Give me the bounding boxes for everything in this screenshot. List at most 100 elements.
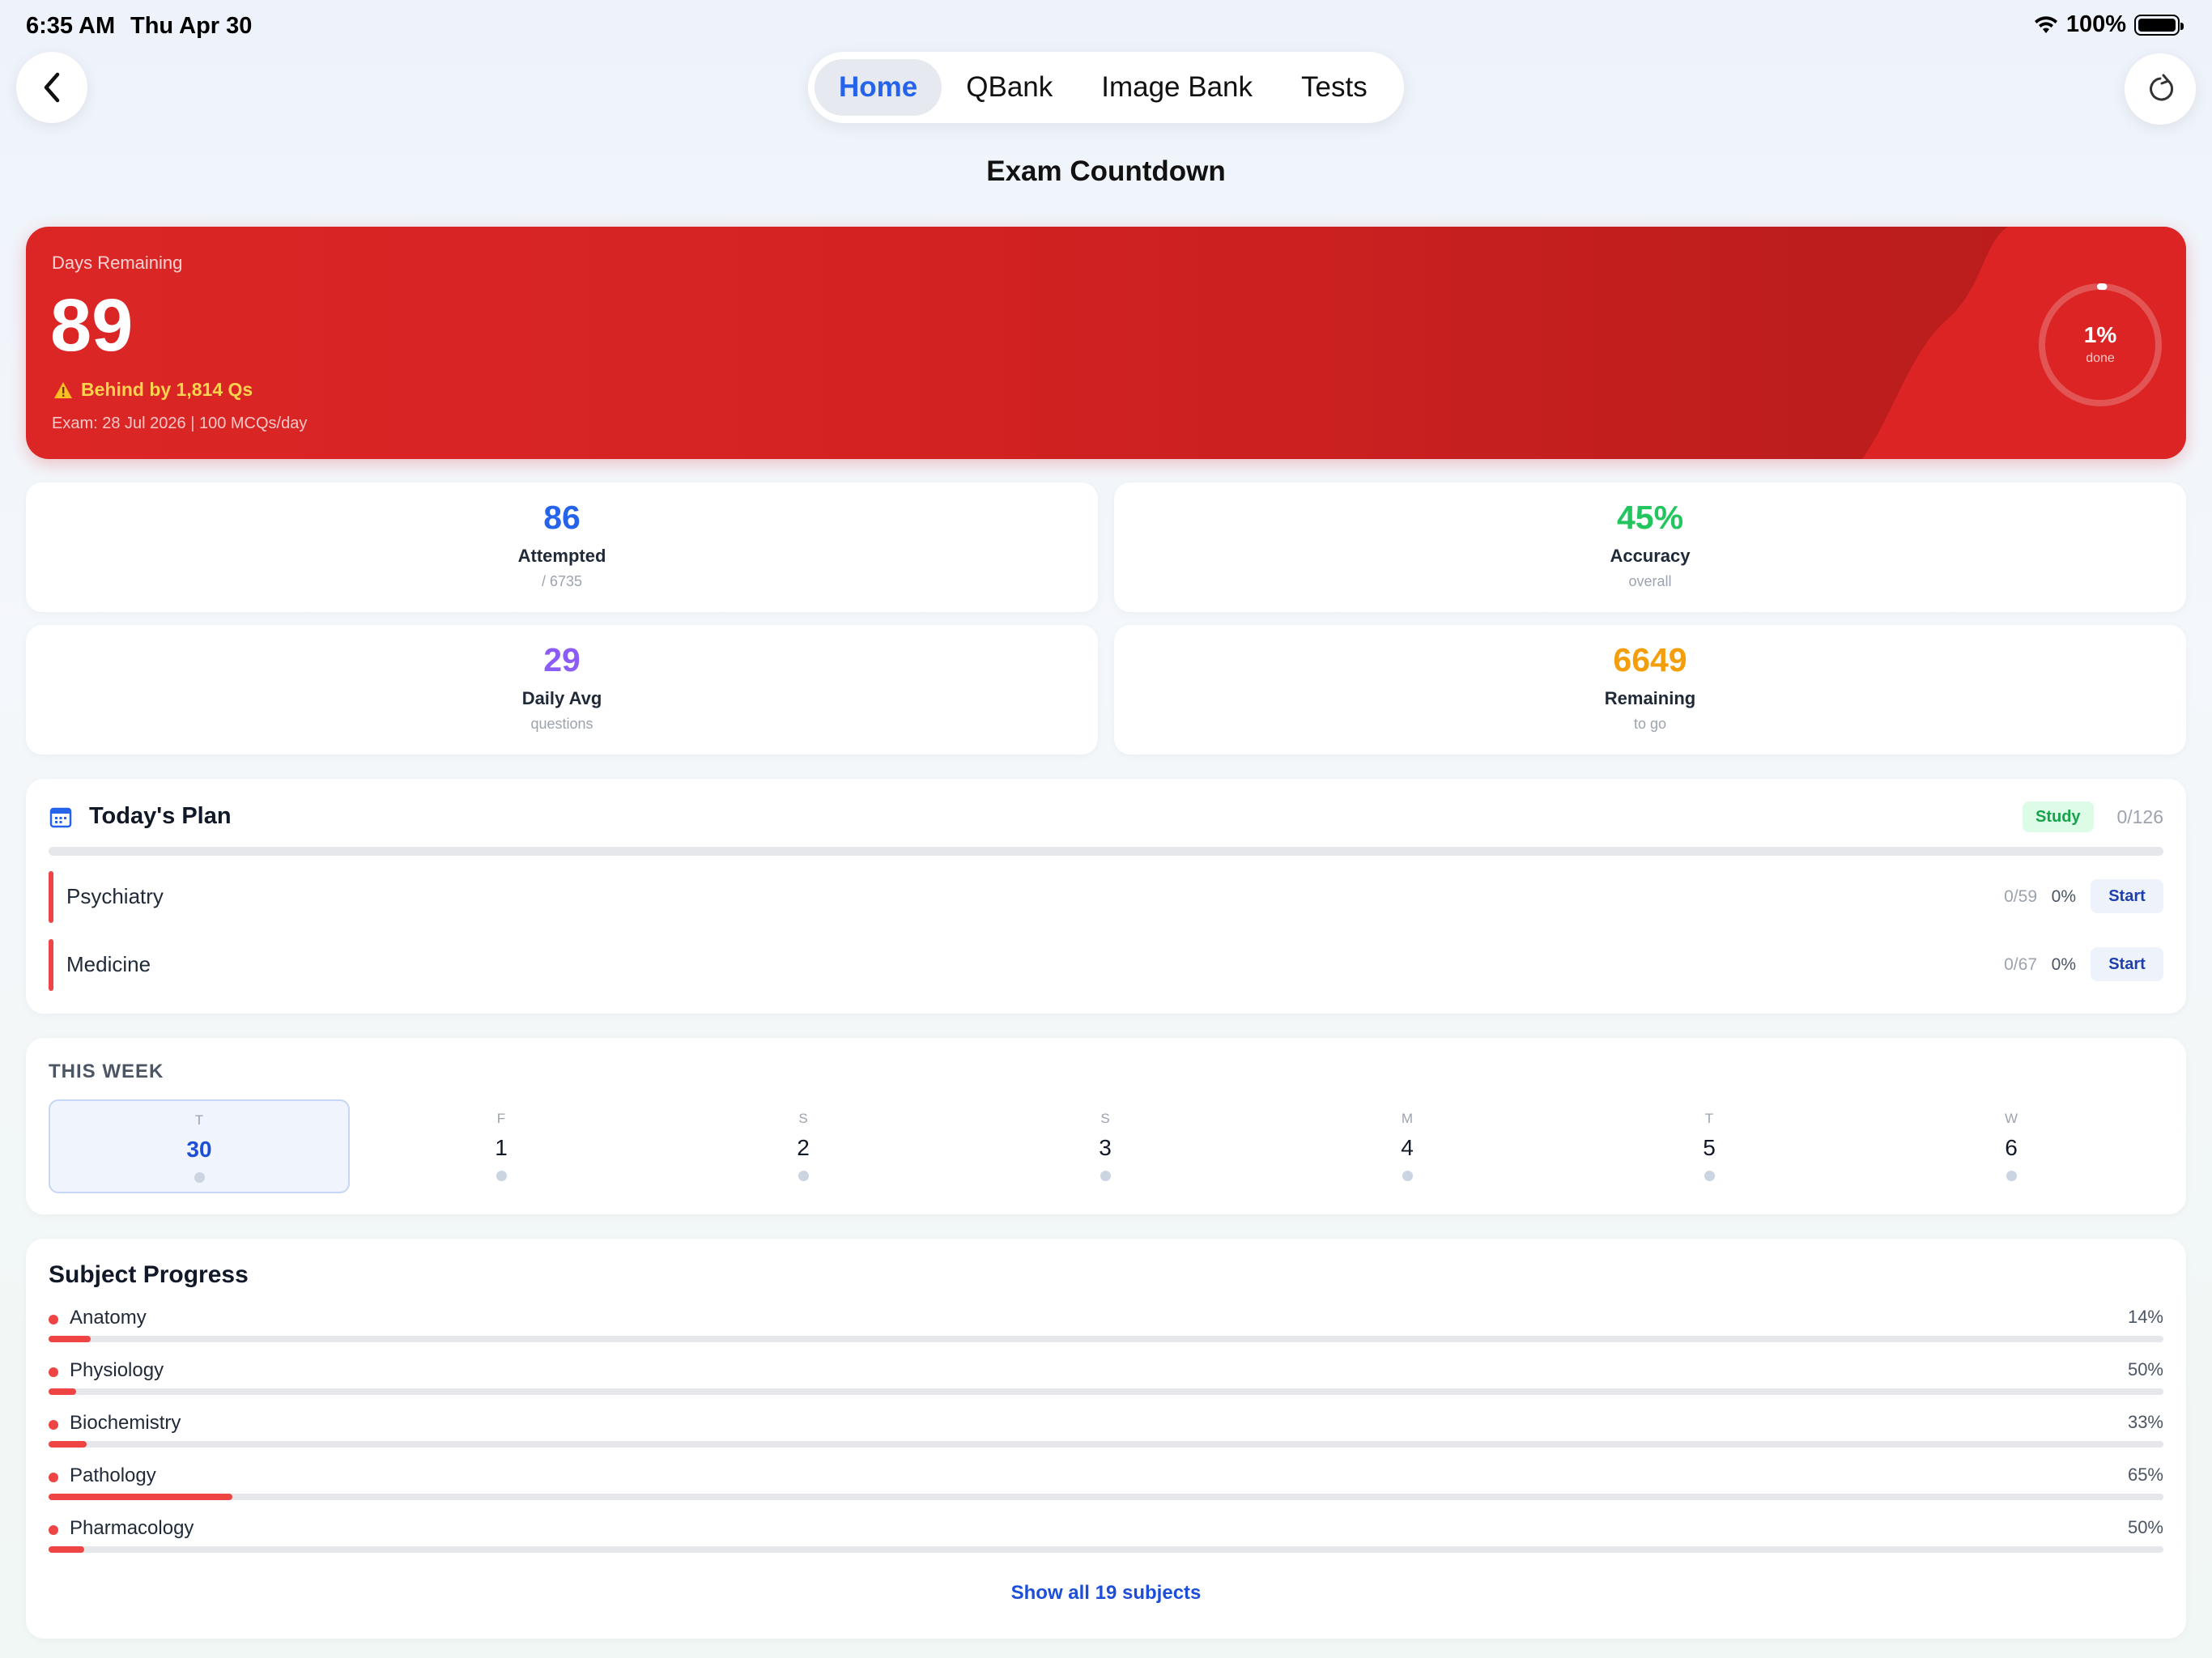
day-30[interactable]: T 30 [49, 1099, 350, 1193]
tab-image-bank[interactable]: Image Bank [1077, 59, 1277, 116]
day-1[interactable]: F 1 [351, 1099, 652, 1193]
subject-percent: 65% [2127, 1465, 2163, 1485]
stat-value: 45% [1616, 499, 1684, 536]
subject-progress-fill [49, 1441, 87, 1448]
progress-ring: 1% done [2035, 280, 2165, 410]
subject-row[interactable]: Pharmacology 50% [49, 1516, 2163, 1556]
tab-qbank[interactable]: QBank [942, 59, 1077, 116]
subject-progress-fill [49, 1336, 91, 1342]
day-letter: F [496, 1111, 506, 1126]
day-number: 1 [495, 1135, 508, 1160]
stat-name: Accuracy [1610, 546, 1691, 566]
subject-percent: 50% [2127, 1517, 2163, 1537]
stat-remaining: 6649 Remaining to go [1114, 625, 2186, 755]
plan-item: Medicine 0/67 0% Start [49, 939, 2163, 991]
stat-value: 29 [543, 641, 581, 678]
study-badge: Study [2023, 801, 2094, 832]
day-letter: S [1100, 1111, 1110, 1126]
subject-row[interactable]: Pathology 65% [49, 1463, 2163, 1503]
calendar-icon [49, 807, 72, 828]
this-week-card: THIS WEEK T 30 F 1 S 2 S 3 M 4 T 5 W 6 [26, 1038, 2186, 1214]
stat-sub: overall [1628, 573, 1672, 589]
stat-attempted: 86 Attempted / 6735 [26, 483, 1098, 612]
stat-name: Attempted [517, 546, 606, 566]
stat-value: 6649 [1613, 641, 1687, 678]
status-bar: 6:35 AM Thu Apr 30 100% [0, 0, 2212, 52]
behind-warning: Behind by 1,814 Qs [53, 379, 253, 401]
stat-sub: questions [530, 716, 593, 732]
subject-progress-fill [49, 1388, 76, 1395]
subject-percent: 14% [2127, 1307, 2163, 1327]
plan-item-percent: 0% [2051, 955, 2076, 974]
tab-home[interactable]: Home [815, 59, 942, 116]
plan-item: Psychiatry 0/59 0% Start [49, 871, 2163, 923]
back-button[interactable] [16, 52, 87, 123]
subject-row[interactable]: Anatomy 14% [49, 1305, 2163, 1346]
day-3[interactable]: S 3 [955, 1099, 1256, 1193]
refresh-button[interactable] [2125, 53, 2196, 125]
subject-progress-title: Subject Progress [49, 1261, 249, 1288]
subject-percent: 33% [2127, 1412, 2163, 1432]
plan-item-name: Psychiatry [66, 884, 164, 908]
tab-tests[interactable]: Tests [1277, 59, 1392, 116]
day-letter: M [1401, 1111, 1414, 1126]
battery-percent: 100% [2065, 11, 2126, 37]
battery-icon [2134, 14, 2184, 36]
stat-name: Remaining [1604, 688, 1696, 708]
subject-row[interactable]: Biochemistry 33% [49, 1410, 2163, 1451]
behind-warning-text: Behind by 1,814 Qs [81, 379, 253, 400]
subject-progress-fill [49, 1546, 85, 1553]
day-letter: S [798, 1111, 808, 1126]
day-number: 6 [2005, 1135, 2018, 1160]
day-number: 30 [186, 1137, 212, 1162]
todays-plan-card: Today's Plan Study 0/126 Psychiatry 0/59… [26, 779, 2186, 1014]
plan-item-name: Medicine [66, 952, 151, 976]
day-number: 4 [1401, 1135, 1414, 1160]
stat-accuracy: 45% Accuracy overall [1114, 483, 2186, 612]
countdown-card: Days Remaining 89 Behind by 1,814 Qs Exa… [26, 227, 2186, 459]
plan-title: Today's Plan [89, 803, 232, 829]
chevron-left-icon [44, 72, 60, 103]
progress-done-label: done [2086, 351, 2115, 365]
refresh-icon [2150, 74, 2174, 101]
progress-percent: 1% [2083, 322, 2117, 347]
start-button[interactable]: Start [2091, 879, 2163, 913]
subject-name: Physiology [70, 1359, 164, 1381]
subject-name: Biochemistry [70, 1412, 181, 1434]
days-remaining-value: 89 [50, 284, 134, 367]
start-button[interactable]: Start [2091, 947, 2163, 981]
stat-sub: to go [1633, 716, 1667, 732]
page-title: Exam Countdown [986, 155, 1226, 187]
day-2[interactable]: S 2 [653, 1099, 954, 1193]
subject-progress-fill [49, 1494, 233, 1500]
day-4[interactable]: M 4 [1257, 1099, 1558, 1193]
day-letter: W [2004, 1111, 2018, 1126]
warning-icon [54, 381, 72, 398]
subject-name: Pharmacology [70, 1517, 194, 1539]
plan-item-percent: 0% [2051, 887, 2076, 906]
days-remaining-label: Days Remaining [52, 253, 183, 273]
day-6[interactable]: W 6 [1861, 1099, 2162, 1193]
subject-percent: 50% [2127, 1359, 2163, 1380]
show-all-subjects-link[interactable]: Show all 19 subjects [26, 1582, 2186, 1605]
stat-name: Daily Avg [521, 688, 602, 708]
plan-progress-bar [49, 847, 2163, 856]
subject-name: Anatomy [70, 1307, 147, 1329]
day-number: 2 [797, 1135, 810, 1160]
week-title: THIS WEEK [49, 1061, 164, 1082]
plan-item-fraction: 0/59 [2004, 887, 2037, 906]
status-date: Thu Apr 30 [130, 13, 253, 39]
top-tabs: Home QBank Image Bank Tests [808, 52, 1404, 123]
wifi-icon [2034, 15, 2057, 33]
plan-item-fraction: 0/67 [2004, 955, 2037, 974]
day-letter: T [194, 1112, 204, 1128]
status-time: 6:35 AM [26, 13, 116, 39]
subject-progress-card: Subject Progress Anatomy 14% Physiology … [26, 1239, 2186, 1639]
subject-row[interactable]: Physiology 50% [49, 1358, 2163, 1398]
exam-info: Exam: 28 Jul 2026 | 100 MCQs/day [52, 414, 308, 432]
stat-sub: / 6735 [541, 573, 583, 589]
stat-value: 86 [543, 499, 581, 536]
day-5[interactable]: T 5 [1559, 1099, 1860, 1193]
plan-count: 0/126 [2116, 806, 2163, 827]
subject-name: Pathology [70, 1465, 156, 1486]
